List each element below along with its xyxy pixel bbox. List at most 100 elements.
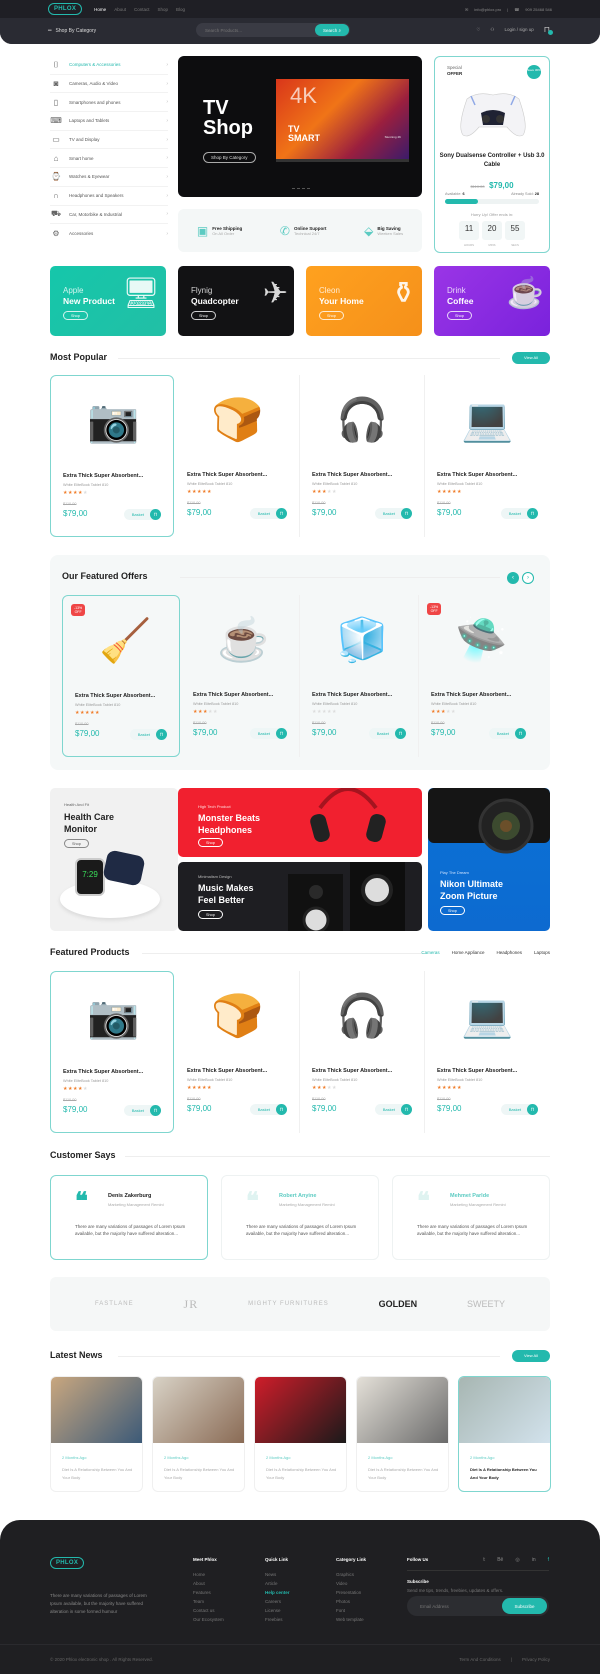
- chevron-right-icon[interactable]: ›: [522, 572, 534, 584]
- brand-jr[interactable]: JR: [184, 1297, 199, 1312]
- footer-link[interactable]: Web template: [336, 1615, 366, 1624]
- product-name[interactable]: Extra Thick Super Absorbent...: [63, 1069, 143, 1075]
- testimonial-card[interactable]: ❝ Robert Anyine Marketing Management Rem…: [221, 1175, 379, 1260]
- news-card[interactable]: 2 Months Ago Diet Is A Relationship Betw…: [356, 1376, 449, 1492]
- nav-blog[interactable]: Blog: [176, 7, 185, 12]
- footer-link[interactable]: Contact us: [193, 1606, 224, 1615]
- basket-button[interactable]: Basket ⊓: [500, 508, 538, 519]
- search-button[interactable]: Search ⌕: [315, 24, 349, 36]
- facebook-icon[interactable]: f: [548, 1557, 549, 1563]
- footer-link[interactable]: About: [193, 1579, 224, 1588]
- nav-about[interactable]: About: [114, 7, 126, 12]
- footer-link[interactable]: Features: [193, 1588, 224, 1597]
- basket-button[interactable]: Basket ⊓: [123, 509, 161, 520]
- basket-button[interactable]: Basket ⊓: [374, 508, 412, 519]
- sidebar-item-cameras[interactable]: ◙ Cameras, Audio & Video ›: [50, 75, 168, 94]
- news-title[interactable]: Diet Is A Relationship Between You And Y…: [62, 1466, 137, 1482]
- product-name[interactable]: Extra Thick Super Absorbent...: [63, 473, 143, 479]
- sidebar-item-headphones[interactable]: ∩ Headphones and Speakers ›: [50, 187, 168, 206]
- product-card[interactable]: 🎧 Extra Thick Super Absorbent... White E…: [300, 971, 425, 1133]
- laptop-image[interactable]: 💻: [450, 385, 525, 455]
- basket-button[interactable]: Basket ⊓: [129, 729, 167, 740]
- product-name[interactable]: Extra Thick Super Absorbent...: [312, 472, 392, 478]
- wishlist-heart-icon[interactable]: ♡: [476, 27, 480, 33]
- linkedin-icon[interactable]: in: [532, 1557, 536, 1563]
- promo-cleon[interactable]: Cleon Your Home Shop ⚱: [306, 266, 422, 336]
- news-card[interactable]: 2 Months Ago Diet Is A Relationship Betw…: [458, 1376, 551, 1492]
- footer-link[interactable]: Careers: [265, 1597, 290, 1606]
- product-name[interactable]: Extra Thick Super Absorbent...: [193, 692, 273, 698]
- sidebar-item-smartphones[interactable]: ▯ Smartphones and phones ›: [50, 93, 168, 113]
- basket-button[interactable]: Basket ⊓: [488, 728, 526, 739]
- product-card[interactable]: 📷 Extra Thick Super Absorbent... White E…: [50, 375, 174, 537]
- banner-health-care[interactable]: Health And Fit Health Care Monitor Shop 7…: [50, 788, 178, 931]
- tab-cameras[interactable]: Cameras: [421, 950, 439, 955]
- cart-bag-icon[interactable]: ⊓: [544, 25, 553, 35]
- camera-image[interactable]: 📷: [76, 982, 151, 1052]
- headphones-image[interactable]: 🎧: [325, 385, 400, 455]
- tab-home-appliance[interactable]: Home Appliance: [452, 950, 485, 955]
- product-card[interactable]: ☕ Extra Thick Super Absorbent... White E…: [181, 595, 300, 757]
- sidebar-item-computers[interactable]: ⌷ Computers & Accessories ›: [50, 56, 168, 75]
- footer-link[interactable]: Team: [193, 1597, 224, 1606]
- footer-logo[interactable]: PHLOX: [50, 1557, 85, 1569]
- product-card[interactable]: 💻 Extra Thick Super Absorbent... White E…: [425, 375, 550, 537]
- testimonial-card[interactable]: ❝ Mehmet Parlde Marketing Management Rem…: [392, 1175, 550, 1260]
- phone-number[interactable]: 909 25468 546: [525, 7, 552, 12]
- promo-quadcopter[interactable]: Flynig Quadcopter Shop ✈: [178, 266, 294, 336]
- basket-button[interactable]: Basket ⊓: [249, 508, 287, 519]
- hero-banner[interactable]: TV Shop Shop By Category 4K TV SMART Stunn…: [178, 56, 422, 197]
- view-all-news-button[interactable]: View All: [512, 1350, 550, 1362]
- promo-shop-button[interactable]: Shop: [63, 311, 88, 320]
- banner-monster-beats[interactable]: High Tech Product Monster Beats Headphone…: [178, 788, 422, 857]
- product-name[interactable]: Extra Thick Super Absorbent...: [312, 1068, 392, 1074]
- sidebar-item-laptops[interactable]: ⌨ Laptops and Tablets ›: [50, 112, 168, 131]
- product-name[interactable]: Extra Thick Super Absorbent...: [312, 692, 392, 698]
- product-card[interactable]: 🍞 Extra Thick Super Absorbent... White E…: [175, 971, 300, 1133]
- basket-button[interactable]: Basket ⊓: [374, 1104, 412, 1115]
- headphones-image[interactable]: 🎧: [325, 981, 400, 1051]
- terms-link[interactable]: Term And Conditions: [459, 1657, 501, 1662]
- product-card[interactable]: 🎧 Extra Thick Super Absorbent... White E…: [300, 375, 425, 537]
- laptop-image[interactable]: 💻: [450, 981, 525, 1051]
- brand-golden[interactable]: GOLDEN: [379, 1299, 418, 1309]
- testimonial-card[interactable]: ❝ Denis Zakerburg Marketing Management R…: [50, 1175, 208, 1260]
- banner-shop-button[interactable]: Shop: [440, 906, 465, 915]
- footer-link[interactable]: Article: [265, 1579, 290, 1588]
- product-card[interactable]: 💻 Extra Thick Super Absorbent... White E…: [425, 971, 550, 1133]
- news-image[interactable]: [51, 1377, 142, 1443]
- twitter-icon[interactable]: 𝕥: [483, 1557, 485, 1563]
- behance-icon[interactable]: Bē: [497, 1557, 503, 1563]
- product-card[interactable]: -13% OFF 🛸 Extra Thick Super Absorbent... …: [419, 595, 538, 757]
- brand-mighty[interactable]: MIGHTY FURNITURES: [248, 1301, 329, 1307]
- coffee-machine-image[interactable]: ☕: [206, 605, 281, 675]
- shop-by-category-button[interactable]: ═ Shop By Category: [48, 28, 96, 34]
- news-image[interactable]: [255, 1377, 346, 1443]
- banner-music[interactable]: Minimalism Design Music Makes Feel Better…: [178, 862, 422, 931]
- product-name[interactable]: Extra Thick Super Absorbent...: [187, 1068, 267, 1074]
- nav-contact[interactable]: Contact: [134, 7, 150, 12]
- nav-home[interactable]: Home: [94, 7, 106, 12]
- basket-button[interactable]: Basket ⊓: [249, 728, 287, 739]
- footer-link[interactable]: News: [265, 1570, 290, 1579]
- news-title[interactable]: Diet Is A Relationship Between You And Y…: [266, 1466, 341, 1482]
- search-input[interactable]: [196, 27, 315, 33]
- sidebar-item-smart-home[interactable]: ⌂ Smart home ›: [50, 149, 168, 169]
- sidebar-item-accessories[interactable]: ⚙ Accessories ›: [50, 224, 168, 243]
- basket-button[interactable]: Basket ⊓: [500, 1104, 538, 1115]
- instagram-icon[interactable]: ◎: [515, 1557, 519, 1563]
- offer-product-title[interactable]: Sony Dualsense Controller + Usb 3.0 Cabl…: [435, 152, 549, 170]
- news-card[interactable]: 2 Months Ago Diet Is A Relationship Betw…: [152, 1376, 245, 1492]
- drone-image[interactable]: 🛸: [444, 605, 519, 675]
- tab-laptops[interactable]: Laptops: [534, 950, 550, 955]
- news-image[interactable]: [153, 1377, 244, 1443]
- promo-coffee[interactable]: Drink Coffee Shop ☕: [434, 266, 550, 336]
- footer-link[interactable]: Video: [336, 1579, 366, 1588]
- logo[interactable]: PHLOX: [48, 3, 83, 15]
- product-name[interactable]: Extra Thick Super Absorbent...: [75, 693, 155, 699]
- news-title[interactable]: Diet Is A Relationship Between You And Y…: [164, 1466, 239, 1482]
- basket-button[interactable]: Basket ⊓: [249, 1104, 287, 1115]
- promo-shop-button[interactable]: Shop: [319, 311, 344, 320]
- footer-link[interactable]: Our Ecosystem: [193, 1615, 224, 1624]
- news-card[interactable]: 2 Months Ago Diet Is A Relationship Betw…: [254, 1376, 347, 1492]
